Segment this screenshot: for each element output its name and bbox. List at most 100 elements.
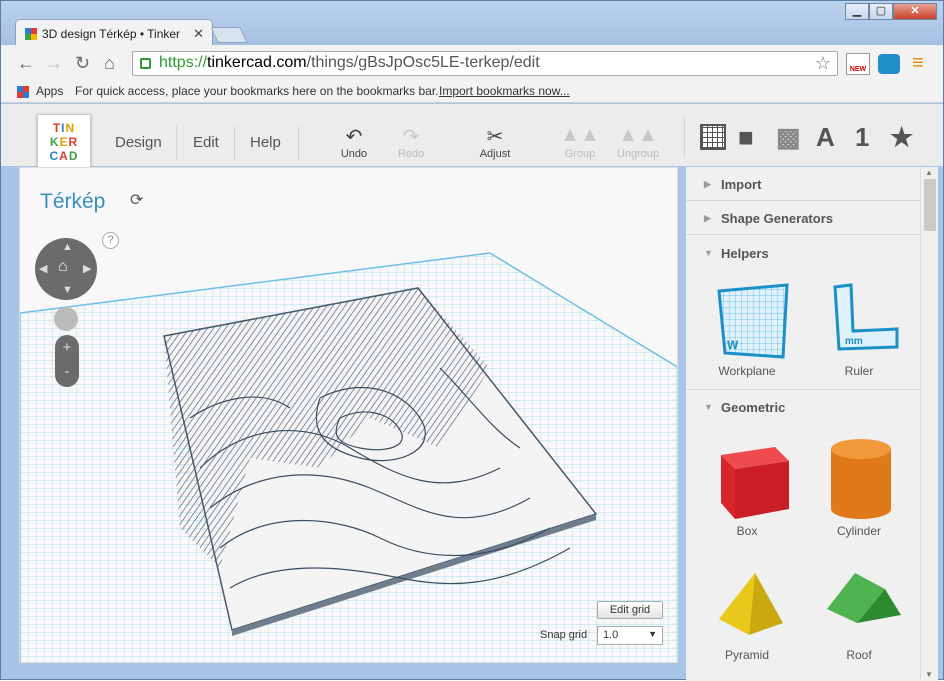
rename-rotate-icon[interactable]: ⟳ [130,190,143,210]
expanded-arrow-icon: ▼ [704,248,713,258]
nav-right-icon[interactable]: ▶ [83,262,91,275]
apps-grid-icon [17,86,29,98]
logo-line-3: CAD [49,149,79,163]
close-window-button[interactable]: ✕ [893,3,937,20]
section-label: Helpers [721,246,769,261]
extension-swirl-icon[interactable] [878,54,900,74]
text-icon[interactable]: A [816,122,835,153]
fit-view-button[interactable] [54,307,78,331]
scroll-down-icon[interactable]: ▼ [925,670,933,679]
apps-link[interactable]: Apps [36,84,63,98]
section-shape-generators[interactable]: ▶ Shape Generators [686,201,920,235]
expanded-arrow-icon: ▼ [704,402,713,412]
snap-grid-label: Snap grid [540,629,588,641]
menu-help[interactable]: Help [250,134,281,151]
logo-line-2: KER [49,135,79,149]
divider [298,126,299,160]
item-label: Pyramid [724,648,769,662]
section-geometric[interactable]: ▼ Geometric [686,389,920,423]
grid-icon[interactable] [700,124,726,150]
helper-ruler[interactable]: mm Ruler [804,277,914,378]
shape-pyramid[interactable]: Pyramid [692,565,802,662]
nav-left-icon[interactable]: ◀ [39,262,47,275]
item-label: Box [736,524,758,538]
shape-cylinder[interactable]: Cylinder [804,433,914,538]
extension-new-icon[interactable]: NEW [846,53,870,75]
roof-icon [827,573,901,623]
cube-icon[interactable]: ■ [738,122,754,153]
3d-viewport[interactable]: Térkép ⟳ ? ▲ ▼ ◀ ▶ ⌂ + - Edit grid Snap … [19,167,678,663]
close-tab-icon[interactable]: ✕ [193,26,204,42]
section-label: Import [721,177,762,192]
divider [234,126,235,160]
view-navigation-control[interactable]: ▲ ▼ ◀ ▶ ⌂ [35,238,97,300]
home-icon[interactable]: ⌂ [104,53,115,74]
undo-label: Undo [340,148,368,160]
back-arrow-icon[interactable]: ← [17,53,35,74]
undo-button[interactable]: ↶ Undo [326,124,382,160]
nav-home-icon[interactable]: ⌂ [58,258,68,276]
menu-design[interactable]: Design [115,134,162,151]
item-label: Roof [846,648,872,662]
snap-grid-select[interactable]: 1.0 ▼ [597,626,663,645]
zoom-out-button[interactable]: - [55,361,79,387]
lock-icon [140,58,151,69]
forward-arrow-icon[interactable]: → [45,53,63,74]
divider [684,118,685,158]
scrollbar-thumb[interactable] [924,179,936,231]
section-import[interactable]: ▶ Import [686,167,920,201]
zoom-control: + - [55,335,79,387]
window-controls: ▁ ▢ ✕ [845,3,937,20]
star-icon[interactable]: ★ [890,122,913,153]
hole-cube-icon[interactable]: ▩ [776,122,801,153]
design-title[interactable]: Térkép [40,190,105,214]
browser-tab[interactable]: 3D design Térkép • Tinker ✕ [15,19,213,47]
bookmark-star-icon[interactable]: ☆ [815,53,831,74]
adjust-label: Adjust [479,148,511,160]
redo-button[interactable]: ↷ Redo [383,124,439,160]
box-icon [721,447,789,519]
divider [176,126,177,160]
nav-up-icon[interactable]: ▲ [62,241,73,253]
tinkercad-favicon-icon [25,28,37,40]
browser-toolbar: ← → ↻ ⌂ https://tinkercad.com/things/gBs… [1,45,943,81]
helper-workplane[interactable]: W Workplane [692,277,802,378]
bookmarks-bar: Apps For quick access, place your bookma… [1,81,943,103]
zoom-in-button[interactable]: + [55,335,79,361]
chrome-menu-icon[interactable]: ≡ [912,52,924,75]
ungroup-button[interactable]: ▲▲ Ungroup [610,124,666,160]
adjust-icon: ✂ [486,126,504,148]
shape-roof[interactable]: Roof [804,565,914,662]
reload-icon[interactable]: ↻ [75,53,90,74]
redo-label: Redo [397,148,425,160]
menu-edit[interactable]: Edit [193,134,219,151]
group-icon: ▲▲ [560,124,600,146]
scroll-up-icon[interactable]: ▲ [925,168,933,177]
address-bar[interactable]: https://tinkercad.com/things/gBsJpOsc5LE… [132,51,838,76]
maximize-button[interactable]: ▢ [869,3,893,20]
minimize-button[interactable]: ▁ [845,3,869,20]
nav-down-icon[interactable]: ▼ [62,284,73,296]
panel-scrollbar[interactable]: ▲ ▼ [920,167,938,681]
url-host: tinkercad.com [207,54,307,71]
shapes-panel: ▶ Import ▶ Shape Generators ▼ Helpers W … [686,167,920,681]
edit-grid-button[interactable]: Edit grid [597,601,663,619]
new-badge: NEW [849,66,867,73]
section-label: Shape Generators [721,211,833,226]
shape-box[interactable]: Box [692,433,802,538]
title-bar: 3D design Térkép • Tinker ✕ ▁ ▢ ✕ [1,1,943,47]
group-button[interactable]: ▲▲ Group [552,124,608,160]
import-bookmarks-link[interactable]: Import bookmarks now... [439,84,570,98]
new-tab-button[interactable] [210,27,248,43]
section-label: Geometric [721,400,786,415]
ungroup-label: Ungroup [616,148,660,160]
section-helpers[interactable]: ▼ Helpers [686,236,920,270]
adjust-button[interactable]: ✂ Adjust [467,124,523,160]
svg-text:mm: mm [845,336,863,347]
item-label: Cylinder [836,524,881,538]
tinkercad-logo[interactable]: TIN KER CAD [37,114,91,168]
snap-grid-value: 1.0 [603,629,619,641]
help-icon[interactable]: ? [102,232,119,249]
number-icon[interactable]: 1 [855,122,869,153]
tab-title: 3D design Térkép • Tinker [42,27,181,41]
